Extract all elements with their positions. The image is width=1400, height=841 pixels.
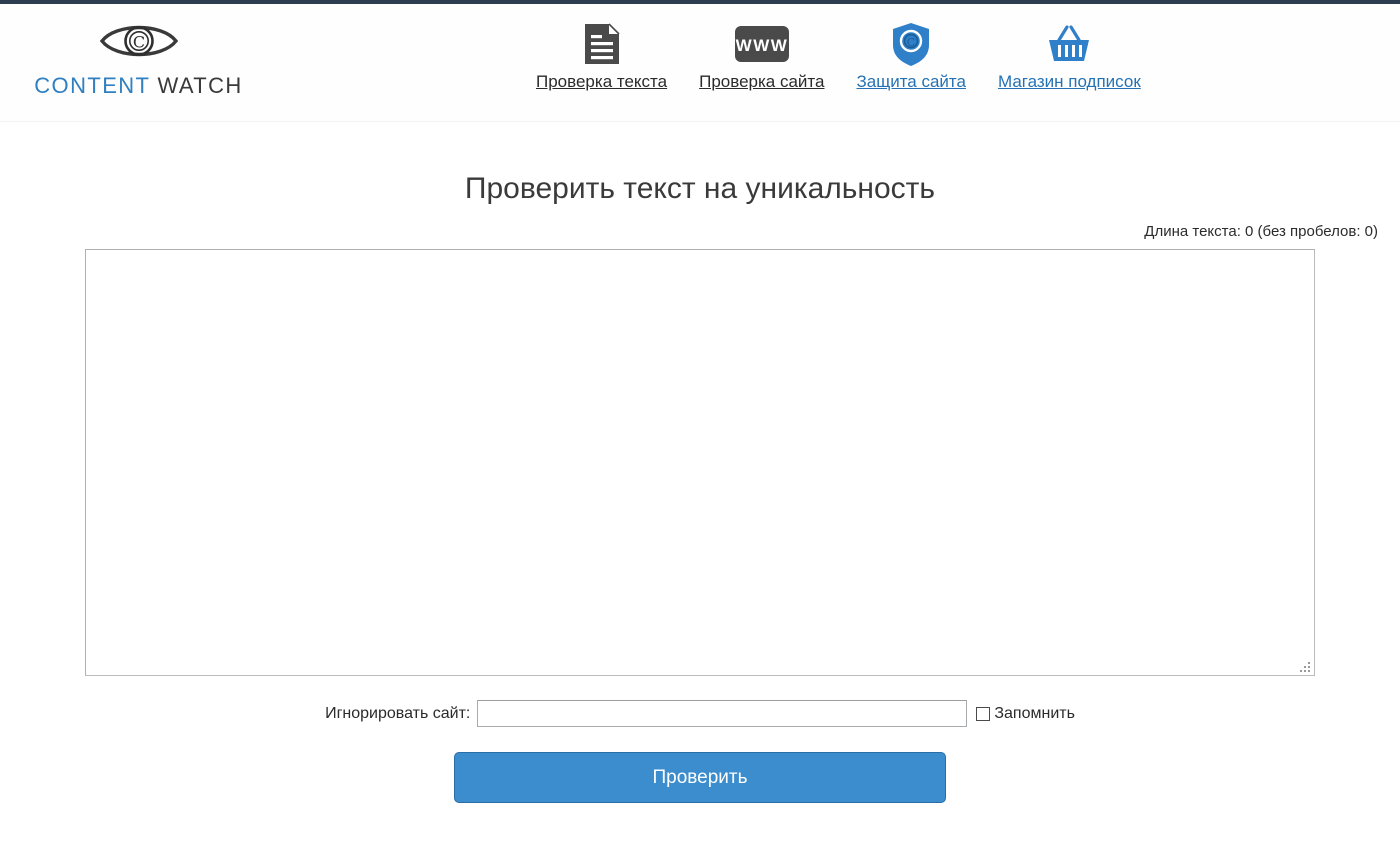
- nav-label-text-check: Проверка текста: [536, 72, 668, 91]
- page-title: Проверить текст на уникальность: [464, 172, 936, 205]
- document-icon: [536, 20, 667, 68]
- logo-wordmark: CONTENT WATCH: [34, 73, 242, 98]
- eye-copyright-icon: C: [26, 18, 251, 69]
- remember-label: Запомнить: [994, 704, 1075, 722]
- ignore-site-label: Игнорировать сайт:: [325, 704, 471, 722]
- nav-label-site-check: Проверка сайта: [699, 72, 825, 91]
- text-input-area[interactable]: [85, 249, 1315, 676]
- remember-checkbox-group[interactable]: Запомнить: [976, 705, 1075, 723]
- check-button[interactable]: Проверить: [454, 752, 946, 803]
- site-logo[interactable]: C CONTENT WATCH: [26, 18, 251, 98]
- nav-item-text-check[interactable]: Проверка текста: [520, 20, 683, 92]
- remember-checkbox[interactable]: [976, 706, 991, 721]
- shopping-basket-icon: [998, 20, 1141, 68]
- www-icon: WWW: [699, 20, 824, 68]
- nav-label-site-protection: Защита сайта: [856, 72, 966, 91]
- submit-row: Проверить: [0, 752, 1400, 803]
- svg-text:C: C: [907, 36, 915, 49]
- textarea-container: [85, 249, 1315, 676]
- svg-text:C: C: [132, 32, 144, 51]
- nav-item-site-check[interactable]: WWW Проверка сайта: [683, 20, 840, 92]
- logo-word-watch: WATCH: [150, 73, 243, 98]
- main-content: Проверить текст на уникальность Длина те…: [0, 171, 1400, 803]
- svg-text:WWW: WWW: [735, 36, 788, 55]
- logo-word-content: CONTENT: [34, 73, 150, 98]
- main-navigation: Проверка текста WWW Проверка сайта C Защ…: [520, 20, 1157, 92]
- text-length-counter: Длина текста: 0 (без пробелов: 0): [1144, 223, 1378, 240]
- shield-copyright-icon: C: [856, 20, 965, 68]
- ignore-site-input[interactable]: [477, 700, 968, 727]
- nav-item-site-protection[interactable]: C Защита сайта: [840, 20, 981, 92]
- nav-label-subscription-shop: Магазин подписок: [997, 72, 1141, 91]
- ignore-site-row: Игнорировать сайт: Запомнить: [0, 700, 1400, 727]
- site-header: C CONTENT WATCH Проверка текста WWW Пров…: [0, 4, 1400, 122]
- nav-item-subscription-shop[interactable]: Магазин подписок: [982, 20, 1157, 92]
